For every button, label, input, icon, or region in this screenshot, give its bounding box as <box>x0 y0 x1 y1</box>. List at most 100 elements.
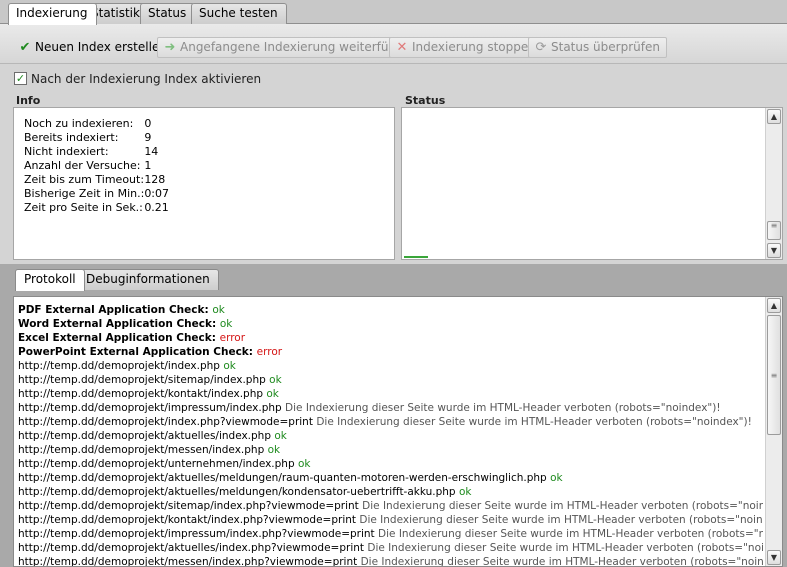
activate-index-checkbox[interactable]: ✓ <box>14 72 27 85</box>
log-text: Word External Application Check: <box>18 318 217 330</box>
tab-suche-testen[interactable]: Suche testen <box>191 3 287 24</box>
info-table: Noch zu indexieren: 0 Bereits indexiert: 9 N… <box>24 117 169 215</box>
log-line: Word External Application Check: ok <box>18 317 763 331</box>
info-heading: Info <box>16 94 41 107</box>
log-line: http://temp.dd/demoprojekt/messen/index.… <box>18 443 763 457</box>
log-result: ok <box>266 388 279 400</box>
info-row: Bisherige Zeit in Min.: 0:07 <box>24 187 169 201</box>
continue-indexing-label: Angefangene Indexierung weiterführen <box>180 40 416 54</box>
log-text: http://temp.dd/demoprojekt/messen/index.… <box>18 444 265 456</box>
checkmark-icon: ✔ <box>19 40 31 55</box>
info-row: Zeit pro Seite in Sek.: 0.21 <box>24 201 169 215</box>
info-value: 0 <box>144 117 152 130</box>
log-line: http://temp.dd/demoprojekt/aktuelles/mel… <box>18 485 763 499</box>
log-text: http://temp.dd/demoprojekt/impressum/ind… <box>18 528 375 540</box>
tab-protokoll[interactable]: Protokoll <box>15 269 85 291</box>
log-line: http://temp.dd/demoprojekt/impressum/ind… <box>18 527 763 541</box>
check-status-label: Status überprüfen <box>551 40 660 54</box>
scroll-thumb[interactable]: ≡ <box>767 221 781 240</box>
log-result: Die Indexierung dieser Seite wurde im HT… <box>359 514 763 526</box>
log-text: PDF External Application Check: <box>18 304 209 316</box>
log-result: ok <box>458 486 472 498</box>
info-key: Nicht indexiert: <box>24 145 109 158</box>
info-row: Anzahl der Versuche: 1 <box>24 159 169 173</box>
continue-indexing-button[interactable]: ➜ Angefangene Indexierung weiterführen <box>157 37 423 58</box>
log-list: PDF External Application Check: ok Word E… <box>18 303 763 567</box>
log-line: http://temp.dd/demoprojekt/sitemap/index… <box>18 499 763 513</box>
log-line: Excel External Application Check: error <box>18 331 763 345</box>
main-tab-bar: Indexierung Statistik Status Suche teste… <box>0 0 787 25</box>
log-line: http://temp.dd/demoprojekt/kontakt/index… <box>18 387 763 401</box>
tab-debuginformationen[interactable]: Debuginformationen <box>77 269 219 290</box>
log-text: http://temp.dd/demoprojekt/sitemap/index… <box>18 500 359 512</box>
scroll-up-button[interactable]: ▲ <box>767 298 781 313</box>
log-text: http://temp.dd/demoprojekt/impressum/ind… <box>18 402 282 414</box>
log-result: ok <box>274 430 287 442</box>
info-value: 14 <box>144 145 159 158</box>
log-result: Die Indexierung dieser Seite wurde im HT… <box>285 402 721 414</box>
log-text: http://temp.dd/demoprojekt/kontakt/index… <box>18 388 264 400</box>
info-panel: Noch zu indexieren: 0 Bereits indexiert: 9 N… <box>13 107 395 260</box>
info-row: Noch zu indexieren: 0 <box>24 117 169 131</box>
log-text: http://temp.dd/demoprojekt/unternehmen/i… <box>18 458 295 470</box>
log-line: http://temp.dd/demoprojekt/aktuelles/ind… <box>18 429 763 443</box>
log-result: error <box>256 346 283 358</box>
info-key: Zeit pro Seite in Sek.: <box>24 201 143 214</box>
log-text: http://temp.dd/demoprojekt/aktuelles/ind… <box>18 430 272 442</box>
info-value: 0:07 <box>144 187 170 200</box>
log-line: http://temp.dd/demoprojekt/sitemap/index… <box>18 373 763 387</box>
stop-indexing-button[interactable]: ✕ Indexierung stoppen <box>389 37 543 58</box>
tab-indexierung[interactable]: Indexierung <box>8 3 97 25</box>
log-line: http://temp.dd/demoprojekt/kontakt/index… <box>18 513 763 527</box>
log-scrollbar[interactable]: ▲ ≡ ▼ <box>765 297 782 566</box>
log-result: Die Indexierung dieser Seite wurde im HT… <box>362 500 763 512</box>
log-line: http://temp.dd/demoprojekt/index.php ok <box>18 359 763 373</box>
status-heading: Status <box>405 94 446 107</box>
log-text: http://temp.dd/demoprojekt/aktuelles/ind… <box>18 542 365 554</box>
log-text: http://temp.dd/demoprojekt/messen/index.… <box>18 556 358 567</box>
info-key: Anzahl der Versuche: <box>24 159 141 172</box>
log-text: http://temp.dd/demoprojekt/aktuelles/mel… <box>18 486 456 498</box>
status-panel: ▲ ≡ ▼ <box>401 107 783 260</box>
log-result: Die Indexierung dieser Seite wurde im HT… <box>378 528 763 540</box>
check-status-button[interactable]: ⟳ Status überprüfen <box>528 37 667 58</box>
info-value: 9 <box>144 131 152 144</box>
info-row: Zeit bis zum Timeout: 128 <box>24 173 169 187</box>
info-value: 1 <box>144 159 152 172</box>
log-line: http://temp.dd/demoprojekt/aktuelles/ind… <box>18 541 763 555</box>
scroll-up-button[interactable]: ▲ <box>767 109 781 124</box>
log-text: http://temp.dd/demoprojekt/index.php?vie… <box>18 416 313 428</box>
refresh-icon: ⟳ <box>535 40 547 55</box>
log-line: http://temp.dd/demoprojekt/impressum/ind… <box>18 401 763 415</box>
log-line: PowerPoint External Application Check: e… <box>18 345 763 359</box>
log-text: http://temp.dd/demoprojekt/kontakt/index… <box>18 514 357 526</box>
arrow-right-icon: ➜ <box>164 40 176 55</box>
log-result: ok <box>267 444 281 456</box>
status-progress <box>404 256 428 258</box>
log-result: ok <box>219 318 233 330</box>
log-result: ok <box>212 304 225 316</box>
tab-status[interactable]: Status <box>140 3 196 24</box>
log-result: ok <box>550 472 563 484</box>
info-key: Bereits indexiert: <box>24 131 119 144</box>
create-index-label: Neuen Index erstellen <box>35 40 167 54</box>
log-text: http://temp.dd/demoprojekt/sitemap/index… <box>18 374 266 386</box>
log-line: http://temp.dd/demoprojekt/index.php?vie… <box>18 415 763 429</box>
log-line: http://temp.dd/demoprojekt/messen/index.… <box>18 555 763 567</box>
log-panel: PDF External Application Check: ok Word E… <box>13 296 783 567</box>
toolbar: ✔ Neuen Index erstellen ➜ Angefangene In… <box>0 24 787 64</box>
scroll-down-button[interactable]: ▼ <box>767 243 781 258</box>
stop-indexing-label: Indexierung stoppen <box>412 40 536 54</box>
log-text: http://temp.dd/demoprojekt/index.php <box>18 360 220 372</box>
log-text: Excel External Application Check: <box>18 332 216 344</box>
log-result: Die Indexierung dieser Seite wurde im HT… <box>316 416 752 428</box>
info-key: Noch zu indexieren: <box>24 117 134 130</box>
log-result: ok <box>297 458 311 470</box>
status-scrollbar[interactable]: ▲ ≡ ▼ <box>765 108 782 259</box>
close-icon: ✕ <box>396 40 408 55</box>
scroll-down-button[interactable]: ▼ <box>767 550 781 565</box>
info-value: 128 <box>144 173 166 186</box>
create-index-button[interactable]: ✔ Neuen Index erstellen <box>12 37 174 58</box>
scroll-thumb[interactable]: ≡ <box>767 315 781 435</box>
log-result: ok <box>223 360 236 372</box>
